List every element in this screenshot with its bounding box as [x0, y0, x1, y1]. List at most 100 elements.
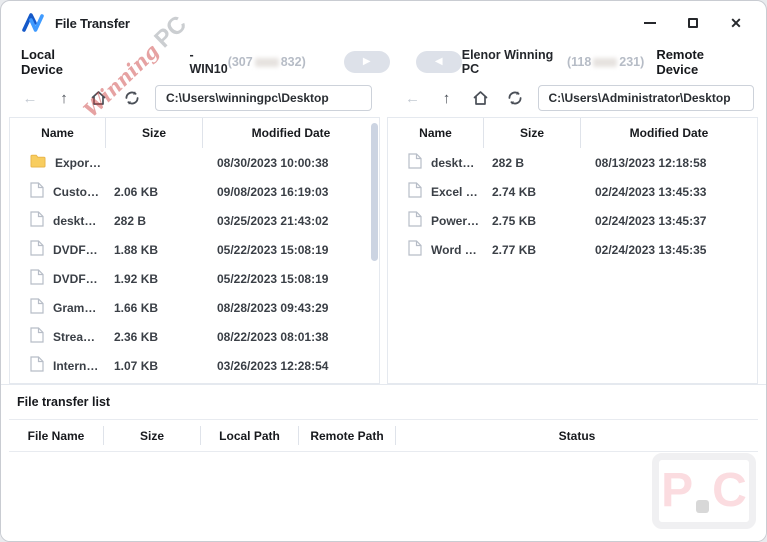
file-size: 2.06 KB: [114, 184, 159, 199]
local-path-input[interactable]: [155, 85, 372, 111]
file-panels: Name Size Modified Date Expor… 08/30/2023…: [9, 117, 758, 384]
file-row[interactable]: Expor… 08/30/2023 10:00:38: [10, 148, 379, 177]
local-file-list: Expor… 08/30/2023 10:00:38 Custo… 2.06 KB 09…: [10, 148, 379, 380]
remote-path-input[interactable]: [537, 85, 754, 111]
column-header-modified-date[interactable]: Modified Date: [203, 118, 379, 148]
column-header-name[interactable]: Name: [388, 118, 484, 148]
transfer-list-title: File transfer list: [17, 395, 111, 409]
transfer-buttons: ▶ ◀: [343, 51, 462, 73]
file-icon: [408, 211, 422, 230]
arrow-left-icon: ◀: [434, 56, 443, 67]
file-size: 2.36 KB: [114, 329, 159, 344]
file-row[interactable]: deskt… 282 B 03/25/2023 21:43:02: [10, 206, 379, 235]
column-header-local-path: Local Path: [201, 426, 299, 445]
file-transfer-window: File Transfer ✕ Local Device -WIN10 (307…: [0, 0, 767, 542]
file-name: DVDF…: [53, 242, 98, 257]
remote-file-panel: Name Size Modified Date deskt… 282 B 08/13…: [387, 117, 758, 384]
column-header-size[interactable]: Size: [484, 118, 581, 148]
file-size: 1.92 KB: [114, 271, 159, 286]
file-modified-date: 02/24/2023 13:45:35: [595, 242, 707, 257]
file-name: Word …: [431, 242, 477, 257]
transfer-list-header: File Name Size Local Path Remote Path St…: [9, 419, 758, 452]
file-icon: [408, 182, 422, 201]
local-device-name: -WIN10: [189, 48, 228, 76]
home-icon[interactable]: [464, 85, 498, 111]
file-name: Power…: [431, 213, 480, 228]
file-icon: [30, 327, 44, 346]
remote-device-name: Elenor Winning PC: [461, 48, 554, 76]
transfer-list-body: [1, 452, 766, 541]
file-modified-date: 03/26/2023 12:28:54: [217, 358, 329, 373]
file-row[interactable]: DVDF… 1.88 KB 05/22/2023 15:08:19: [10, 235, 379, 264]
file-icon: [30, 298, 44, 317]
file-icon: [30, 356, 44, 375]
minimize-icon: [644, 22, 656, 24]
local-device-id: (307 832): [227, 55, 306, 69]
file-modified-date: 05/22/2023 15:08:19: [217, 242, 329, 257]
remote-panel-header: Name Size Modified Date: [388, 118, 757, 148]
file-size: 2.77 KB: [492, 242, 537, 257]
local-device-label: Local Device: [21, 47, 63, 77]
file-icon: [408, 240, 422, 259]
refresh-icon[interactable]: [115, 85, 149, 111]
scrollbar-thumb[interactable]: [371, 123, 378, 261]
file-modified-date: 09/08/2023 16:19:03: [217, 184, 329, 199]
file-modified-date: 02/24/2023 13:45:33: [595, 184, 707, 199]
file-row[interactable]: deskt… 282 B 08/13/2023 12:18:58: [388, 148, 757, 177]
file-icon: [30, 240, 44, 259]
file-icon: [30, 269, 44, 288]
window-title: File Transfer: [55, 15, 130, 31]
folder-icon: [30, 154, 46, 171]
minimize-button[interactable]: [642, 15, 658, 31]
column-header-name[interactable]: Name: [10, 118, 106, 148]
file-modified-date: 05/22/2023 15:08:19: [217, 271, 329, 286]
home-icon[interactable]: [81, 85, 115, 111]
refresh-icon[interactable]: [498, 85, 532, 111]
file-size: 1.66 KB: [114, 300, 159, 315]
transfer-to-remote-button[interactable]: ▶: [343, 51, 390, 73]
file-name: Custo…: [53, 184, 99, 199]
column-header-size[interactable]: Size: [106, 118, 203, 148]
arrow-right-icon: ▶: [362, 56, 371, 67]
redacted-id-blur: [593, 57, 618, 67]
file-name: Excel …: [431, 184, 478, 199]
remote-device-id: (118 231): [566, 55, 645, 69]
local-device-name-group: -WIN10 (307 832): [189, 48, 305, 76]
file-row[interactable]: Gram… 1.66 KB 08/28/2023 09:43:29: [10, 293, 379, 322]
file-size: 2.74 KB: [492, 184, 537, 199]
column-header-status: Status: [558, 428, 596, 443]
file-name: Intern…: [53, 358, 99, 373]
up-icon[interactable]: ↑: [430, 85, 464, 111]
close-button[interactable]: ✕: [728, 15, 744, 31]
file-modified-date: 08/13/2023 12:18:58: [595, 155, 707, 170]
file-icon: [30, 211, 44, 230]
file-row[interactable]: Custo… 2.06 KB 09/08/2023 16:19:03: [10, 177, 379, 206]
file-row[interactable]: DVDF… 1.92 KB 05/22/2023 15:08:19: [10, 264, 379, 293]
column-header-modified-date[interactable]: Modified Date: [581, 118, 757, 148]
file-row[interactable]: Strea… 2.36 KB 08/22/2023 08:01:38: [10, 322, 379, 351]
column-header-file-name: File Name: [9, 426, 104, 445]
file-size: 1.07 KB: [114, 358, 159, 373]
navigation-toolbars: ← ↑ ← ↑: [1, 79, 766, 117]
file-row[interactable]: Power… 2.75 KB 02/24/2023 13:45:37: [388, 206, 757, 235]
file-row[interactable]: Word … 2.77 KB 02/24/2023 13:45:35: [388, 235, 757, 264]
maximize-button[interactable]: [685, 15, 701, 31]
back-icon[interactable]: ←: [396, 85, 430, 111]
device-bar: Local Device -WIN10 (307 832) ▶ ◀ Elenor…: [1, 45, 766, 79]
file-name: DVDF…: [53, 271, 98, 286]
local-toolbar: ← ↑: [1, 85, 384, 111]
file-size: 282 B: [114, 213, 147, 228]
file-name: Gram…: [53, 300, 97, 315]
title-bar: File Transfer ✕: [1, 1, 766, 45]
file-row[interactable]: Excel … 2.74 KB 02/24/2023 13:45:33: [388, 177, 757, 206]
file-size: 2.75 KB: [492, 213, 537, 228]
transfer-to-local-button[interactable]: ◀: [415, 51, 462, 73]
local-panel-header: Name Size Modified Date: [10, 118, 379, 148]
up-icon[interactable]: ↑: [47, 85, 81, 111]
file-modified-date: 08/22/2023 08:01:38: [217, 329, 329, 344]
back-icon[interactable]: ←: [13, 85, 47, 111]
file-row[interactable]: Intern… 1.07 KB 03/26/2023 12:28:54: [10, 351, 379, 380]
redacted-id-blur: [254, 57, 279, 67]
file-modified-date: 08/28/2023 09:43:29: [217, 300, 329, 315]
file-name: Expor…: [55, 155, 102, 170]
